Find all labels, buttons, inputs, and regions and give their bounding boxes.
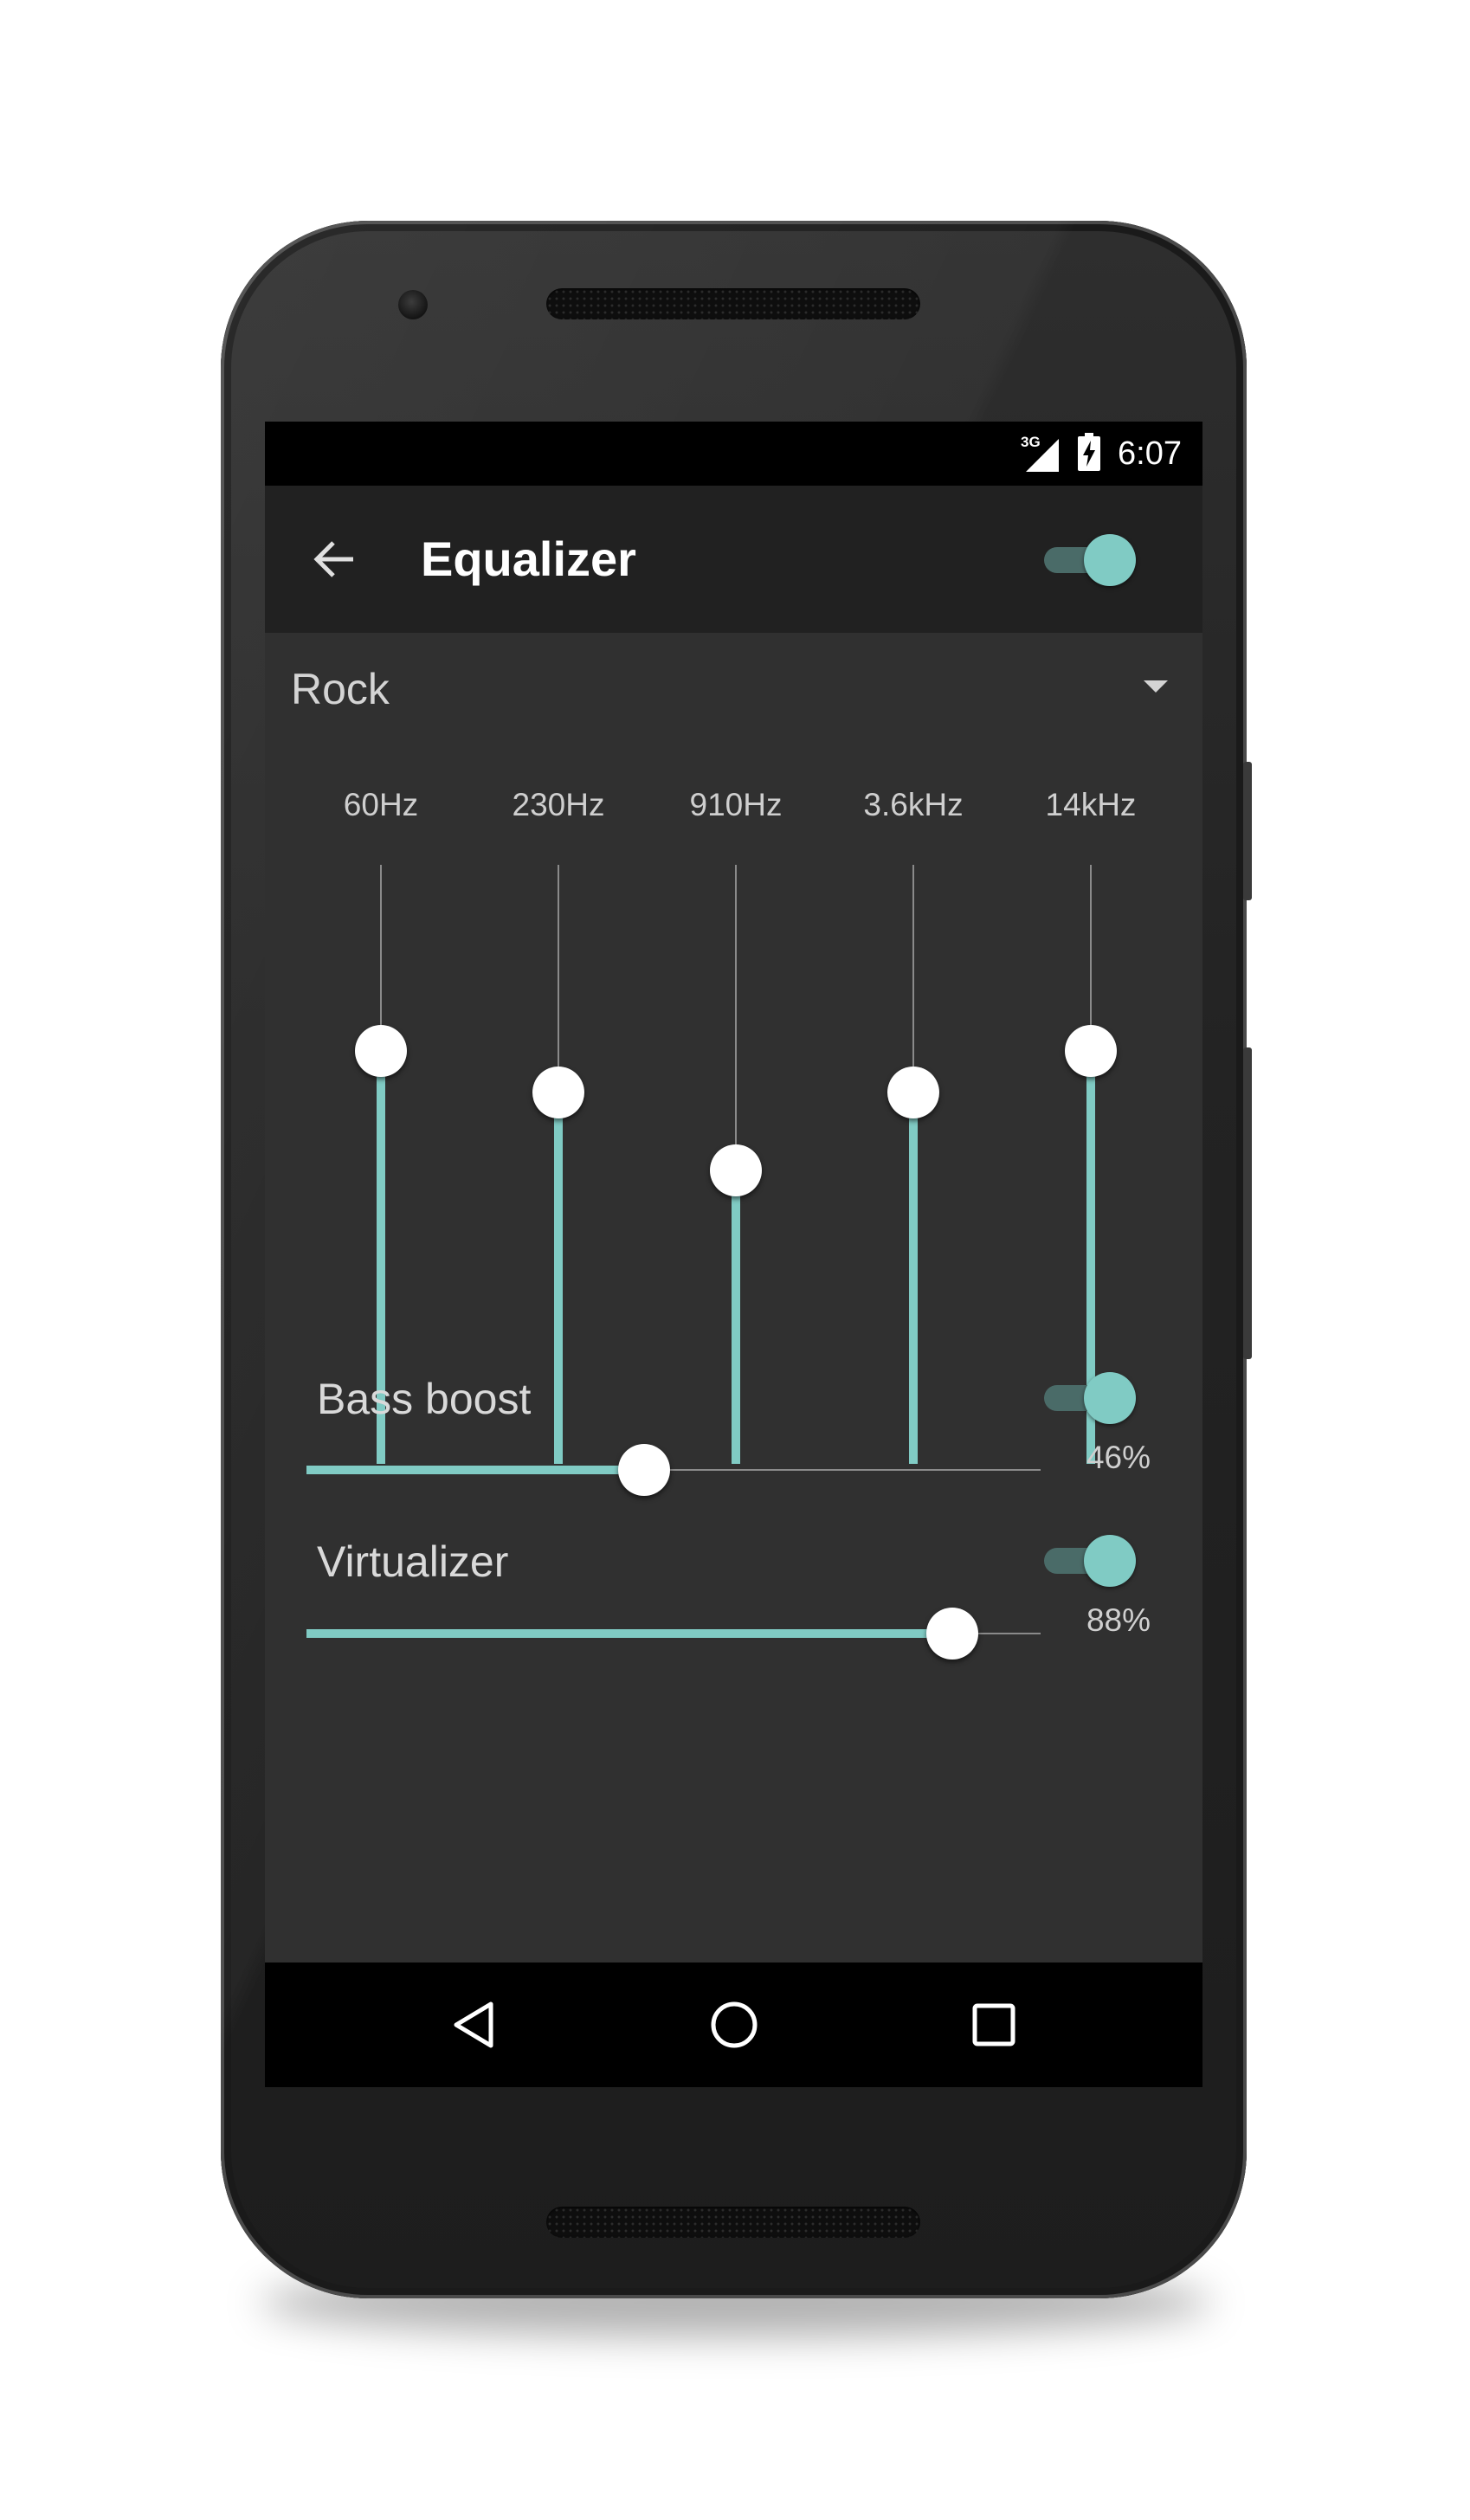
band-fill xyxy=(732,1170,740,1464)
virtualizer-toggle[interactable] xyxy=(1044,1530,1136,1590)
volume-button xyxy=(1243,1047,1252,1359)
signal-icon: 3G xyxy=(1021,434,1061,474)
bass-boost-label: Bass boost xyxy=(317,1375,532,1423)
dropdown-arrow-icon xyxy=(1144,680,1168,693)
arrow-back-icon xyxy=(313,541,353,577)
bass-boost-fill xyxy=(306,1466,645,1474)
top-speaker-grille xyxy=(546,288,920,319)
band-fill xyxy=(909,1092,918,1464)
equalizer-toggle[interactable] xyxy=(1044,529,1136,590)
band-slider-thumb[interactable] xyxy=(532,1066,584,1118)
network-type: 3G xyxy=(1021,434,1041,450)
toggle-thumb xyxy=(1084,534,1136,586)
band-fill xyxy=(554,1092,563,1464)
virtualizer-label: Virtualizer xyxy=(317,1537,509,1586)
screen: 3G 6:07 Equalizer Rock 60Hz 230Hz 910Hz … xyxy=(265,422,1202,2087)
band-label: 910Hz xyxy=(689,787,783,822)
band-slider-thumb[interactable] xyxy=(887,1066,939,1118)
toggle-thumb xyxy=(1084,1372,1136,1424)
preset-selected: Rock xyxy=(291,665,390,713)
status-bar: 3G 6:07 xyxy=(265,422,1202,486)
front-camera xyxy=(398,290,428,319)
battery-charging-icon xyxy=(1078,432,1101,475)
nav-back-icon xyxy=(454,2001,493,2048)
nav-home-icon xyxy=(711,2001,758,2048)
power-button xyxy=(1243,762,1252,900)
app-bar: Equalizer xyxy=(265,486,1202,633)
nav-back-button[interactable] xyxy=(430,1982,517,2068)
page-title: Equalizer xyxy=(421,532,636,586)
nav-recents-icon xyxy=(972,2003,1015,2046)
status-time: 6:07 xyxy=(1118,435,1182,472)
toggle-thumb xyxy=(1084,1535,1136,1587)
bass-boost-toggle[interactable] xyxy=(1044,1367,1136,1428)
bass-boost-slider-thumb[interactable] xyxy=(618,1444,671,1496)
band-label: 60Hz xyxy=(343,787,419,822)
nav-home-button[interactable] xyxy=(691,1982,777,2068)
band-label: 3.6kHz xyxy=(863,787,964,822)
band-slider-thumb[interactable] xyxy=(710,1144,762,1196)
virtualizer-percent: 88% xyxy=(1086,1602,1151,1638)
band-slider-thumb[interactable] xyxy=(1065,1024,1117,1077)
band-label: 230Hz xyxy=(512,787,605,822)
phone-frame: 3G 6:07 Equalizer Rock 60Hz 230Hz 910Hz … xyxy=(221,221,1247,2298)
navigation-bar xyxy=(265,1963,1202,2087)
virtualizer-fill xyxy=(306,1629,953,1638)
preset-dropdown[interactable]: Rock xyxy=(265,633,1202,745)
nav-recents-button[interactable] xyxy=(951,1982,1037,2068)
back-button[interactable] xyxy=(300,525,369,594)
bottom-speaker-grille xyxy=(546,2207,920,2238)
virtualizer-slider-thumb[interactable] xyxy=(926,1608,979,1660)
band-slider-thumb[interactable] xyxy=(355,1024,407,1077)
status-icons: 3G 6:07 xyxy=(1021,422,1182,486)
bass-boost-percent: 46% xyxy=(1086,1440,1151,1475)
band-label: 14kHz xyxy=(1045,787,1137,822)
